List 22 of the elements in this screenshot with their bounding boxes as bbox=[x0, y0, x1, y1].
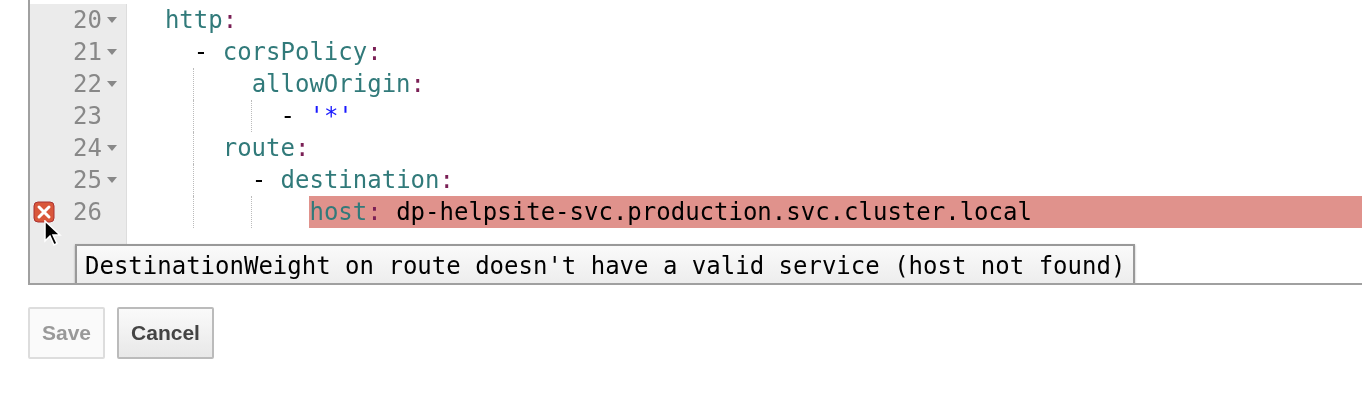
cancel-button[interactable]: Cancel bbox=[117, 307, 214, 359]
line-number: 24 bbox=[72, 133, 102, 164]
line-number: 22 bbox=[72, 69, 102, 100]
line-number: 23 bbox=[72, 101, 102, 132]
line-number: 26 bbox=[72, 197, 102, 228]
line-number: 20 bbox=[72, 5, 102, 36]
code-line: allowOrigin: bbox=[251, 69, 426, 100]
error-tooltip: DestinationWeight on route doesn't have a valid service (host not found) bbox=[75, 244, 1136, 283]
line-number: 25 bbox=[72, 165, 102, 196]
caret-icon[interactable] bbox=[107, 145, 117, 151]
code-line: - destination: bbox=[251, 165, 454, 196]
caret-icon[interactable] bbox=[107, 49, 117, 55]
line-number: 21 bbox=[72, 37, 102, 68]
code-line: - corsPolicy: bbox=[193, 37, 382, 68]
code-line: - '*' bbox=[280, 101, 353, 132]
error-icon[interactable] bbox=[33, 201, 55, 223]
caret-icon[interactable] bbox=[107, 17, 117, 23]
code-line: route: bbox=[222, 133, 310, 164]
caret-icon[interactable] bbox=[107, 81, 117, 87]
caret-icon[interactable] bbox=[107, 177, 117, 183]
cursor-icon bbox=[44, 220, 62, 246]
code-line: http: bbox=[164, 5, 238, 36]
